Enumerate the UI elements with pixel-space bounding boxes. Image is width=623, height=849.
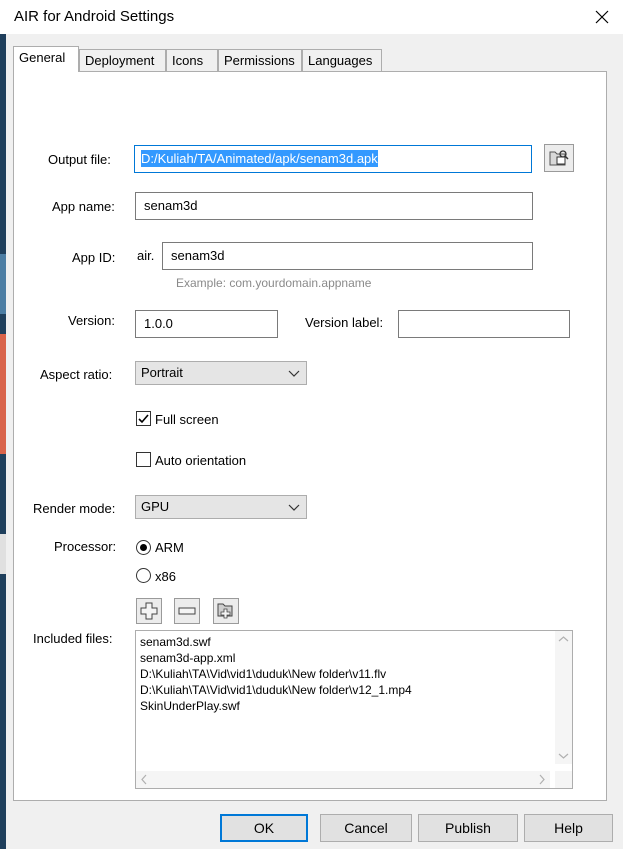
app-id-label: App ID: — [72, 250, 116, 265]
list-item[interactable]: D:\Kuliah\TA\Vid\vid1\duduk\New folder\v… — [140, 667, 386, 681]
app-id-value: senam3d — [171, 248, 225, 263]
publish-button[interactable]: Publish — [418, 814, 518, 842]
close-button[interactable] — [588, 3, 616, 31]
processor-x86-radio[interactable] — [136, 568, 151, 583]
remove-file-icon — [178, 607, 196, 615]
browse-output-button[interactable] — [544, 144, 574, 172]
remove-file-button[interactable] — [174, 598, 200, 624]
output-file-field[interactable]: D:/Kuliah/TA/Animated/apk/senam3d.apk — [134, 145, 532, 173]
horizontal-scrollbar[interactable] — [136, 771, 550, 788]
processor-x86-label: x86 — [155, 569, 176, 584]
version-label: Version: — [68, 313, 115, 328]
version-value: 1.0.0 — [144, 316, 173, 331]
app-id-prefix: air. — [137, 248, 155, 263]
auto-orientation-label: Auto orientation — [155, 453, 247, 468]
ok-button[interactable]: OK — [220, 814, 308, 842]
add-file-button[interactable] — [136, 598, 162, 624]
app-name-field[interactable]: senam3d — [135, 192, 533, 220]
close-icon — [595, 10, 609, 24]
render-mode-label: Render mode: — [33, 501, 116, 516]
vertical-scrollbar[interactable] — [555, 631, 572, 764]
scroll-up-icon — [558, 636, 569, 642]
add-file-icon — [140, 602, 158, 620]
version-field[interactable]: 1.0.0 — [135, 310, 278, 338]
add-folder-icon — [217, 603, 233, 619]
render-mode-value: GPU — [141, 499, 170, 514]
output-file-label: Output file: — [48, 152, 111, 167]
title-bar: AIR for Android Settings — [0, 0, 623, 34]
render-mode-select[interactable]: GPU — [135, 495, 307, 519]
full-screen-checkbox[interactable] — [136, 411, 151, 426]
tab-languages[interactable]: Languages — [302, 49, 382, 71]
cancel-button[interactable]: Cancel — [320, 814, 412, 842]
folder-browse-icon — [549, 150, 569, 166]
full-screen-label: Full screen — [155, 412, 219, 427]
checkmark-icon — [138, 414, 149, 424]
version-label-field[interactable] — [398, 310, 570, 338]
add-folder-button[interactable] — [213, 598, 239, 624]
processor-arm-radio[interactable] — [136, 540, 151, 555]
list-item[interactable]: D:\Kuliah\TA\Vid\vid1\duduk\New folder\v… — [140, 683, 412, 697]
included-files-list[interactable]: senam3d.swf senam3d-app.xml D:\Kuliah\TA… — [135, 630, 573, 789]
list-item[interactable]: senam3d-app.xml — [140, 651, 235, 665]
app-id-hint: Example: com.yourdomain.appname — [176, 276, 372, 290]
general-panel: Output file: D:/Kuliah/TA/Animated/apk/s… — [13, 71, 607, 801]
scroll-left-icon — [141, 774, 147, 785]
scroll-right-icon — [539, 774, 545, 785]
aspect-ratio-label: Aspect ratio: — [40, 367, 113, 382]
list-item[interactable]: SkinUnderPlay.swf — [140, 699, 240, 713]
app-name-label: App name: — [52, 199, 115, 214]
included-files-label: Included files: — [33, 631, 113, 646]
app-id-field[interactable]: senam3d — [162, 242, 533, 270]
app-name-value: senam3d — [144, 198, 198, 213]
output-file-value: D:/Kuliah/TA/Animated/apk/senam3d.apk — [141, 150, 378, 167]
help-button[interactable]: Help — [524, 814, 613, 842]
tab-general[interactable]: General — [13, 46, 79, 72]
settings-dialog: General Deployment Icons Permissions Lan… — [6, 34, 623, 849]
processor-arm-label: ARM — [155, 540, 184, 555]
scroll-down-icon — [558, 753, 569, 759]
tab-permissions[interactable]: Permissions — [218, 49, 302, 71]
tab-icons[interactable]: Icons — [166, 49, 218, 71]
window-title: AIR for Android Settings — [14, 8, 175, 25]
auto-orientation-checkbox[interactable] — [136, 452, 151, 467]
aspect-ratio-select[interactable]: Portrait — [135, 361, 307, 385]
version-label-label: Version label: — [305, 315, 384, 330]
list-item[interactable]: senam3d.swf — [140, 635, 211, 649]
chevron-down-icon — [288, 370, 300, 377]
chevron-down-icon — [288, 504, 300, 511]
processor-label: Processor: — [54, 539, 117, 554]
tab-deployment[interactable]: Deployment — [79, 49, 166, 71]
scroll-corner — [555, 771, 572, 788]
aspect-ratio-value: Portrait — [141, 365, 183, 380]
